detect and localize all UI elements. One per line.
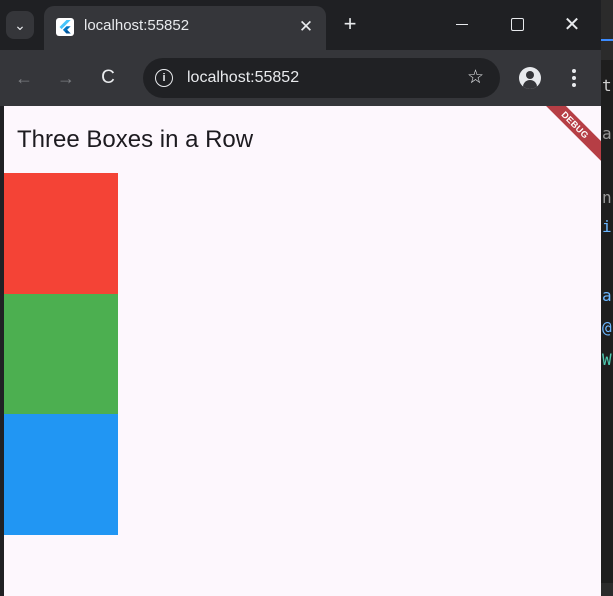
tab-strip: ⌄ localhost:55852 ✕ + ✕ xyxy=(0,0,601,50)
reload-button[interactable]: C xyxy=(96,66,120,90)
editor-fragment: n xyxy=(602,188,612,207)
editor-fragment: a xyxy=(602,286,612,305)
address-bar[interactable]: i localhost:55852 ☆ xyxy=(143,58,500,98)
maximize-button[interactable] xyxy=(502,12,532,36)
chevron-down-icon: ⌄ xyxy=(14,16,26,33)
tab-close-icon[interactable]: ✕ xyxy=(296,17,316,37)
green-box xyxy=(4,294,118,415)
new-tab-button[interactable]: + xyxy=(338,12,362,36)
url-text[interactable]: localhost:55852 xyxy=(187,69,299,87)
arrow-right-icon: → xyxy=(57,68,75,88)
blue-box xyxy=(4,414,118,535)
window-close-button[interactable]: ✕ xyxy=(557,12,587,36)
minimize-icon xyxy=(456,23,468,25)
background-editor-strip: t ai n i a @ W xyxy=(601,0,613,596)
flutter-logo-icon xyxy=(56,18,74,36)
editor-fragment: t xyxy=(602,76,612,95)
forward-button[interactable]: → xyxy=(54,66,78,90)
back-button[interactable]: ← xyxy=(12,66,36,90)
minimize-button[interactable] xyxy=(447,12,477,36)
editor-fragment: @ xyxy=(602,318,612,337)
page-viewport: Three Boxes in a Row DEBUG xyxy=(4,106,601,596)
arrow-left-icon: ← xyxy=(15,68,33,88)
reload-icon: C xyxy=(101,67,115,88)
bookmark-star-icon[interactable]: ☆ xyxy=(467,67,484,89)
menu-kebab-icon[interactable] xyxy=(566,64,582,92)
profile-avatar-icon[interactable] xyxy=(519,67,541,89)
debug-banner: DEBUG xyxy=(527,106,601,173)
browser-toolbar: ← → C i localhost:55852 ☆ xyxy=(0,50,601,106)
close-icon: ✕ xyxy=(563,13,581,36)
editor-fragment: ai xyxy=(602,124,613,143)
site-info-icon[interactable]: i xyxy=(155,69,173,87)
tab-title: localhost:55852 xyxy=(84,17,190,34)
browser-tab[interactable]: localhost:55852 ✕ xyxy=(44,6,326,50)
maximize-icon xyxy=(510,17,524,31)
editor-fragment: W xyxy=(602,350,612,369)
app-bar-title: Three Boxes in a Row xyxy=(17,126,254,153)
tab-search-button[interactable]: ⌄ xyxy=(6,11,34,39)
browser-window: ⌄ localhost:55852 ✕ + ✕ ← → C i localhos… xyxy=(0,0,601,596)
red-box xyxy=(4,173,118,294)
editor-fragment: i xyxy=(602,217,612,236)
